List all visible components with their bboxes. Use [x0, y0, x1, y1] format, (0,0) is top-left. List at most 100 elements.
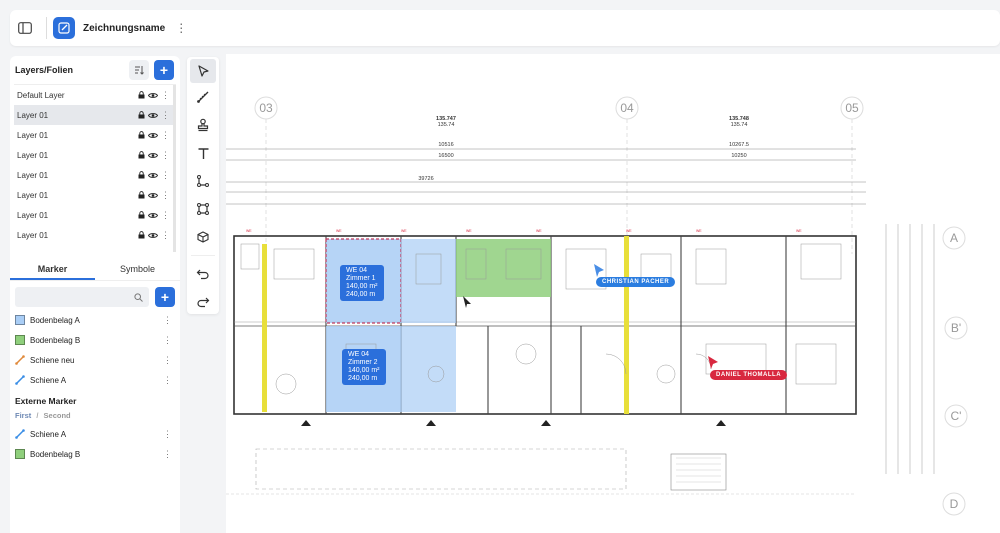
room-area[interactable]	[401, 239, 456, 323]
lock-icon[interactable]	[138, 211, 145, 219]
measure-tool-button[interactable]	[187, 83, 219, 111]
layer-item[interactable]: Default Layer ⋮	[14, 85, 176, 105]
marker-item[interactable]: Schiene A ⋮	[10, 424, 180, 444]
dimension-label: 10250	[731, 153, 746, 159]
polyline-tool-button[interactable]	[187, 167, 219, 195]
sort-icon	[135, 66, 144, 75]
polyline-icon	[197, 175, 209, 187]
tab-bar: Marker Symbole	[10, 259, 180, 281]
add-layer-button[interactable]: +	[154, 60, 174, 80]
user-cursor-icon	[708, 356, 718, 369]
layer-item[interactable]: Layer 01 ⋮	[14, 225, 176, 245]
lock-icon[interactable]	[138, 191, 145, 199]
eye-icon[interactable]	[148, 112, 158, 119]
marker-label: Schiene A	[30, 429, 67, 439]
marker-menu-icon[interactable]: ⋮	[163, 429, 172, 440]
svg-text:WE: WE	[336, 229, 342, 233]
drawing-canvas[interactable]: 03 04 05 A B' C' D 135.747 135.74 135.74…	[226, 54, 1000, 533]
area-swatch-icon	[15, 335, 25, 345]
marker-search-input[interactable]	[15, 287, 149, 307]
marker-item[interactable]: Bodenbelag A ⋮	[10, 310, 180, 330]
dimension-label: 39726	[418, 176, 433, 182]
lock-icon[interactable]	[138, 91, 145, 99]
svg-text:05: 05	[845, 101, 859, 115]
svg-text:D: D	[950, 497, 959, 511]
layer-item[interactable]: Layer 01 ⋮	[14, 125, 176, 145]
select-tool-button[interactable]	[190, 59, 216, 83]
search-icon	[134, 292, 143, 302]
redo-button[interactable]	[187, 288, 219, 316]
eye-icon[interactable]	[148, 192, 158, 199]
drawing-app-icon[interactable]	[53, 17, 75, 39]
marker-search-row: +	[15, 287, 175, 307]
layer-item[interactable]: Layer 01 ⋮	[14, 165, 176, 185]
eye-icon[interactable]	[148, 232, 158, 239]
external-markers-title: Externe Marker	[15, 396, 77, 406]
layer-label: Layer 01	[17, 190, 49, 200]
layer-item[interactable]: Layer 01 ⋮	[14, 105, 176, 125]
drawing-name[interactable]: Zeichnungsname	[83, 23, 165, 34]
text-tool-button[interactable]	[187, 139, 219, 167]
room-label-zimmer-1[interactable]: WE 04 Zimmer 1 140,00 m² 240,00 m	[340, 265, 384, 302]
cube-tool-button[interactable]	[187, 223, 219, 251]
room-area[interactable]	[401, 326, 456, 412]
breadcrumb-second[interactable]: Second	[44, 411, 71, 420]
edit-icon	[58, 22, 70, 34]
layer-menu-icon[interactable]: ⋮	[161, 170, 170, 181]
axis-marker-05: 05	[840, 96, 864, 120]
marker-item[interactable]: Bodenbelag B ⋮	[10, 444, 180, 464]
marker-menu-icon[interactable]: ⋮	[163, 449, 172, 460]
marker-item[interactable]: Schiene neu ⋮	[10, 350, 180, 370]
marker-menu-icon[interactable]: ⋮	[163, 375, 172, 386]
marker-item[interactable]: Schiene A ⋮	[10, 370, 180, 390]
eye-icon[interactable]	[148, 92, 158, 99]
more-options-button[interactable]: ⋮	[175, 22, 187, 34]
layer-menu-icon[interactable]: ⋮	[161, 130, 170, 141]
layer-menu-icon[interactable]: ⋮	[161, 90, 170, 101]
layer-label: Layer 01	[17, 210, 49, 220]
eye-icon[interactable]	[148, 212, 158, 219]
breadcrumb-separator: /	[36, 411, 39, 420]
axis-marker-d: D	[942, 492, 966, 516]
tab-symbole[interactable]: Symbole	[95, 259, 180, 280]
lock-icon[interactable]	[138, 151, 145, 159]
svg-text:04: 04	[620, 101, 634, 115]
sidebar-toggle-button[interactable]	[12, 15, 38, 41]
room-label-zimmer-2[interactable]: WE 04 Zimmer 2 140,00 m² 240,00 m	[342, 349, 386, 386]
marker-menu-icon[interactable]: ⋮	[163, 335, 172, 346]
text-icon	[198, 147, 208, 159]
lock-icon[interactable]	[138, 171, 145, 179]
add-marker-button[interactable]: +	[155, 287, 175, 307]
stamp-tool-button[interactable]	[187, 111, 219, 139]
layer-menu-icon[interactable]: ⋮	[161, 190, 170, 201]
room-area-green[interactable]	[496, 239, 551, 297]
layer-menu-icon[interactable]: ⋮	[161, 210, 170, 221]
eye-icon[interactable]	[148, 132, 158, 139]
lock-icon[interactable]	[138, 231, 145, 239]
layers-scrollbar[interactable]	[173, 85, 176, 252]
svg-text:03: 03	[259, 101, 273, 115]
rectangle-tool-button[interactable]	[187, 195, 219, 223]
layer-item[interactable]: Layer 01 ⋮	[14, 205, 176, 225]
tab-marker[interactable]: Marker	[10, 259, 95, 280]
layer-label: Layer 01	[17, 110, 49, 120]
tool-palette	[187, 57, 219, 314]
area-swatch-icon	[15, 315, 25, 325]
eye-icon[interactable]	[148, 152, 158, 159]
divider	[46, 17, 47, 39]
layer-item[interactable]: Layer 01 ⋮	[14, 185, 176, 205]
marker-item[interactable]: Bodenbelag B ⋮	[10, 330, 180, 350]
eye-icon[interactable]	[148, 172, 158, 179]
layer-menu-icon[interactable]: ⋮	[161, 110, 170, 121]
undo-button[interactable]	[187, 260, 219, 288]
marker-menu-icon[interactable]: ⋮	[163, 355, 172, 366]
sort-layers-button[interactable]	[129, 60, 149, 80]
breadcrumb-first[interactable]: First	[15, 411, 31, 420]
marker-menu-icon[interactable]: ⋮	[163, 315, 172, 326]
lock-icon[interactable]	[138, 111, 145, 119]
lock-icon[interactable]	[138, 131, 145, 139]
layer-menu-icon[interactable]: ⋮	[161, 150, 170, 161]
layer-menu-icon[interactable]: ⋮	[161, 230, 170, 241]
room-area-green[interactable]	[456, 239, 496, 297]
layer-item[interactable]: Layer 01 ⋮	[14, 145, 176, 165]
